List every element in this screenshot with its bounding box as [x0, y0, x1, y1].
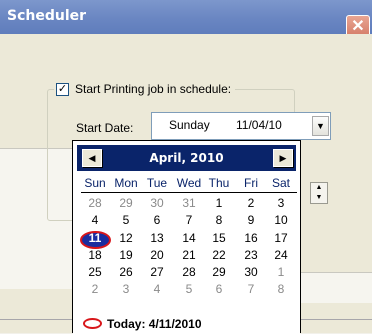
- calendar-day[interactable]: 30: [144, 195, 170, 212]
- calendar-day[interactable]: 9: [238, 212, 264, 229]
- calendar-day[interactable]: 6: [206, 281, 232, 298]
- weekday-mon: Mon: [114, 176, 138, 190]
- weekday-header-row: Sun Mon Tue Wed Thu Fri Sat: [81, 174, 297, 193]
- prev-month-button[interactable]: ◀: [82, 149, 102, 167]
- chevron-down-icon: ▼: [316, 121, 325, 131]
- next-month-button[interactable]: ▶: [273, 149, 293, 167]
- arrow-right-icon: ▶: [279, 153, 287, 163]
- time-spinner[interactable]: ▲ ▼: [310, 182, 328, 204]
- weekday-wed: Wed: [176, 176, 202, 190]
- start-date-value: 11/04/10: [236, 118, 282, 132]
- calendar-day-selected[interactable]: 11: [82, 230, 108, 247]
- calendar-day[interactable]: 18: [82, 247, 108, 264]
- calendar-day[interactable]: 13: [144, 230, 170, 247]
- calendar-day[interactable]: 4: [82, 212, 108, 229]
- schedule-checkbox[interactable]: ✓: [56, 82, 69, 96]
- calendar-day[interactable]: 7: [238, 281, 264, 298]
- schedule-checkbox-label: Start Printing job in schedule:: [75, 82, 232, 96]
- calendar-day[interactable]: 25: [82, 264, 108, 281]
- window-title: Scheduler: [7, 8, 87, 24]
- start-date-dropdown-button[interactable]: ▼: [312, 116, 329, 136]
- calendar-day[interactable]: 3: [268, 195, 294, 212]
- calendar-day[interactable]: 7: [176, 212, 202, 229]
- calendar-day[interactable]: 19: [113, 247, 139, 264]
- calendar-day[interactable]: 27: [144, 264, 170, 281]
- calendar-day[interactable]: 26: [113, 264, 139, 281]
- spin-up-icon[interactable]: ▲: [311, 183, 327, 193]
- calendar-day[interactable]: 20: [144, 247, 170, 264]
- calendar-day[interactable]: 29: [206, 264, 232, 281]
- calendar-day[interactable]: 8: [206, 212, 232, 229]
- calendar-day[interactable]: 2: [82, 281, 108, 298]
- calendar-header: April, 2010 ◀ ▶: [77, 145, 296, 171]
- calendar-day[interactable]: 29: [113, 195, 139, 212]
- calendar-day[interactable]: 1: [206, 195, 232, 212]
- calendar-day[interactable]: 28: [176, 264, 202, 281]
- schedule-checkbox-row[interactable]: ✓ Start Printing job in schedule:: [54, 80, 236, 98]
- calendar-day[interactable]: 22: [206, 247, 232, 264]
- calendar-day[interactable]: 1: [268, 264, 294, 281]
- start-date-label: Start Date:: [76, 121, 134, 135]
- calendar-day[interactable]: 23: [238, 247, 264, 264]
- calendar-dropdown: April, 2010 ◀ ▶ Sun Mon Tue Wed Thu Fri Sat 28…: [72, 140, 301, 334]
- calendar-day[interactable]: 2: [238, 195, 264, 212]
- close-icon: ✕: [351, 18, 365, 35]
- start-date-picker[interactable]: Sunday 11/04/10 ▼: [151, 112, 331, 140]
- calendar-month-title: April, 2010: [149, 151, 224, 165]
- check-icon: ✓: [57, 82, 68, 95]
- weekday-sun: Sun: [84, 176, 106, 190]
- calendar-day[interactable]: 24: [268, 247, 294, 264]
- start-date-day: Sunday: [169, 118, 210, 132]
- calendar-day[interactable]: 16: [238, 230, 264, 247]
- calendar-day[interactable]: 21: [176, 247, 202, 264]
- arrow-left-icon: ◀: [88, 153, 96, 163]
- calendar-day[interactable]: 17: [268, 230, 294, 247]
- today-row[interactable]: Today: 4/11/2010: [73, 316, 300, 334]
- calendar-day[interactable]: 8: [268, 281, 294, 298]
- calendar-day[interactable]: 15: [206, 230, 232, 247]
- calendar-day[interactable]: 30: [238, 264, 264, 281]
- calendar-day[interactable]: 4: [144, 281, 170, 298]
- calendar-day[interactable]: 10: [268, 212, 294, 229]
- today-circle-icon: [83, 318, 102, 329]
- calendar-day[interactable]: 6: [144, 212, 170, 229]
- calendar-day[interactable]: 3: [113, 281, 139, 298]
- calendar-day[interactable]: 14: [176, 230, 202, 247]
- calendar-day[interactable]: 5: [113, 212, 139, 229]
- calendar-day[interactable]: 31: [176, 195, 202, 212]
- title-bar: Scheduler ✕: [0, 0, 372, 39]
- calendar-day[interactable]: 5: [176, 281, 202, 298]
- calendar-day[interactable]: 28: [82, 195, 108, 212]
- weekday-fri: Fri: [244, 176, 258, 190]
- weekday-tue: Tue: [146, 176, 168, 190]
- weekday-sat: Sat: [271, 176, 290, 190]
- spin-down-icon[interactable]: ▼: [311, 193, 327, 203]
- calendar-day[interactable]: 12: [113, 230, 139, 247]
- today-label: Today: 4/11/2010: [107, 317, 202, 331]
- weekday-thu: Thu: [208, 176, 230, 190]
